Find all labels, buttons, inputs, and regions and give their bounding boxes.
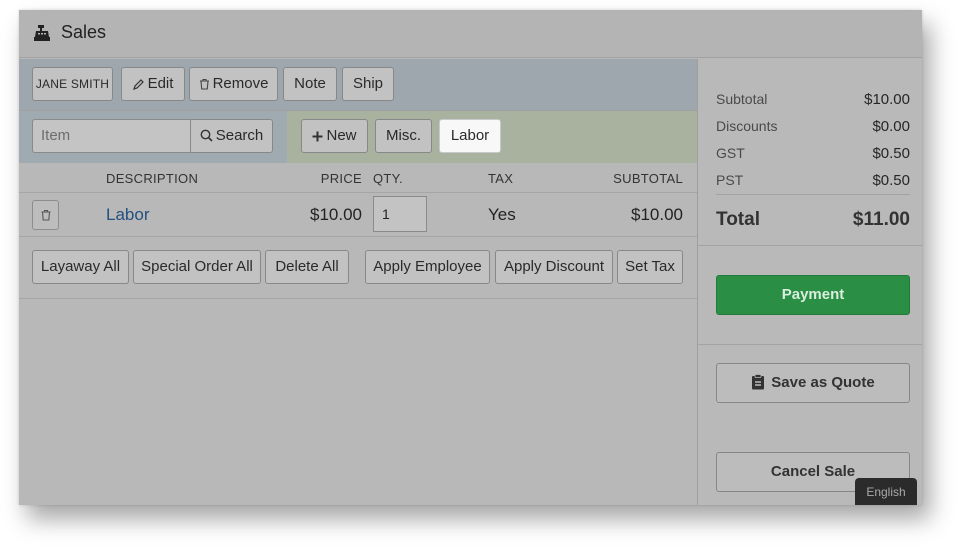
search-label: Search <box>215 127 264 144</box>
add-item-area: New Misc. Labor <box>287 111 697 163</box>
col-qty: QTY. <box>373 171 403 186</box>
subtotal-value: $10.00 <box>864 91 910 108</box>
ship-button[interactable]: Ship <box>342 67 394 101</box>
page-title: Sales <box>61 22 107 42</box>
item-search-input[interactable]: Item <box>32 119 192 153</box>
remove-customer-button[interactable]: Remove <box>189 67 278 101</box>
cash-register-icon <box>34 25 50 41</box>
search-area: Item Search <box>19 111 287 163</box>
plus-icon <box>312 131 323 142</box>
gst-label: GST <box>716 145 745 161</box>
col-price: PRICE <box>320 171 362 186</box>
customer-bar: JANE SMITH Edit Remove Note Ship <box>19 59 697 111</box>
pst-value: $0.50 <box>872 172 910 189</box>
note-button[interactable]: Note <box>283 67 337 101</box>
customer-name-button[interactable]: JANE SMITH <box>32 67 113 101</box>
trash-icon <box>41 209 51 221</box>
quantity-field[interactable]: 1 <box>373 196 427 232</box>
search-button[interactable]: Search <box>190 119 273 153</box>
sales-window: Sales JANE SMITH Edit Remove Note Ship I… <box>19 10 922 505</box>
total-value: $11.00 <box>852 209 910 230</box>
language-selector[interactable]: English <box>855 478 917 505</box>
col-tax: TAX <box>488 171 514 186</box>
discounts-row: Discounts $0.00 <box>716 118 910 135</box>
subtotal-row: Subtotal $10.00 <box>716 91 910 108</box>
total-row: Total $11.00 <box>716 209 910 231</box>
total-label: Total <box>716 209 760 230</box>
save-as-quote-label: Save as Quote <box>771 374 875 391</box>
new-label: New <box>326 127 357 144</box>
edit-label: Edit <box>147 75 174 92</box>
payment-button[interactable]: Payment <box>716 275 910 315</box>
col-subtotal: SUBTOTAL <box>613 171 683 186</box>
labor-button[interactable]: Labor <box>439 119 501 153</box>
divider <box>698 245 922 246</box>
edit-customer-button[interactable]: Edit <box>121 67 185 101</box>
line-tax[interactable]: Yes <box>488 205 516 225</box>
discounts-label: Discounts <box>716 118 778 134</box>
table-row: Labor $10.00 1 Yes $10.00 <box>19 193 697 237</box>
special-order-all-button[interactable]: Special Order All <box>133 250 261 284</box>
gst-value: $0.50 <box>872 145 910 162</box>
discounts-value: $0.00 <box>872 118 910 135</box>
apply-discount-button[interactable]: Apply Discount <box>495 250 613 284</box>
item-search-row: Item Search New Misc. Labor <box>19 111 697 163</box>
clipboard-icon <box>752 374 765 390</box>
sale-panel: JANE SMITH Edit Remove Note Ship Item Se… <box>19 59 697 505</box>
apply-employee-button[interactable]: Apply Employee <box>365 250 490 284</box>
col-description: DESCRIPTION <box>106 171 199 186</box>
line-description-link[interactable]: Labor <box>106 205 149 225</box>
misc-button[interactable]: Misc. <box>375 119 432 153</box>
line-price: $10.00 <box>310 205 362 224</box>
pencil-icon <box>132 79 144 90</box>
delete-all-button[interactable]: Delete All <box>265 250 349 284</box>
subtotal-label: Subtotal <box>716 91 768 107</box>
search-icon <box>200 129 213 142</box>
trash-icon <box>199 78 209 90</box>
totals-panel: Subtotal $10.00 Discounts $0.00 GST $0.5… <box>697 59 922 505</box>
delete-line-button[interactable] <box>32 200 59 230</box>
divider <box>698 344 922 345</box>
sale-actions-bar: Layaway All Special Order All Delete All… <box>19 238 697 299</box>
set-tax-button[interactable]: Set Tax <box>617 250 683 284</box>
remove-label: Remove <box>212 75 269 92</box>
save-as-quote-button[interactable]: Save as Quote <box>716 363 910 403</box>
pst-label: PST <box>716 172 744 188</box>
pst-row: PST $0.50 <box>716 172 910 189</box>
gst-row: GST $0.50 <box>716 145 910 162</box>
new-item-button[interactable]: New <box>301 119 368 153</box>
totals-divider <box>716 194 910 195</box>
line-items-header: DESCRIPTION PRICE QTY. TAX SUBTOTAL <box>19 163 697 193</box>
title-bar: Sales <box>19 10 922 58</box>
line-subtotal: $10.00 <box>631 205 683 224</box>
layaway-all-button[interactable]: Layaway All <box>32 250 129 284</box>
